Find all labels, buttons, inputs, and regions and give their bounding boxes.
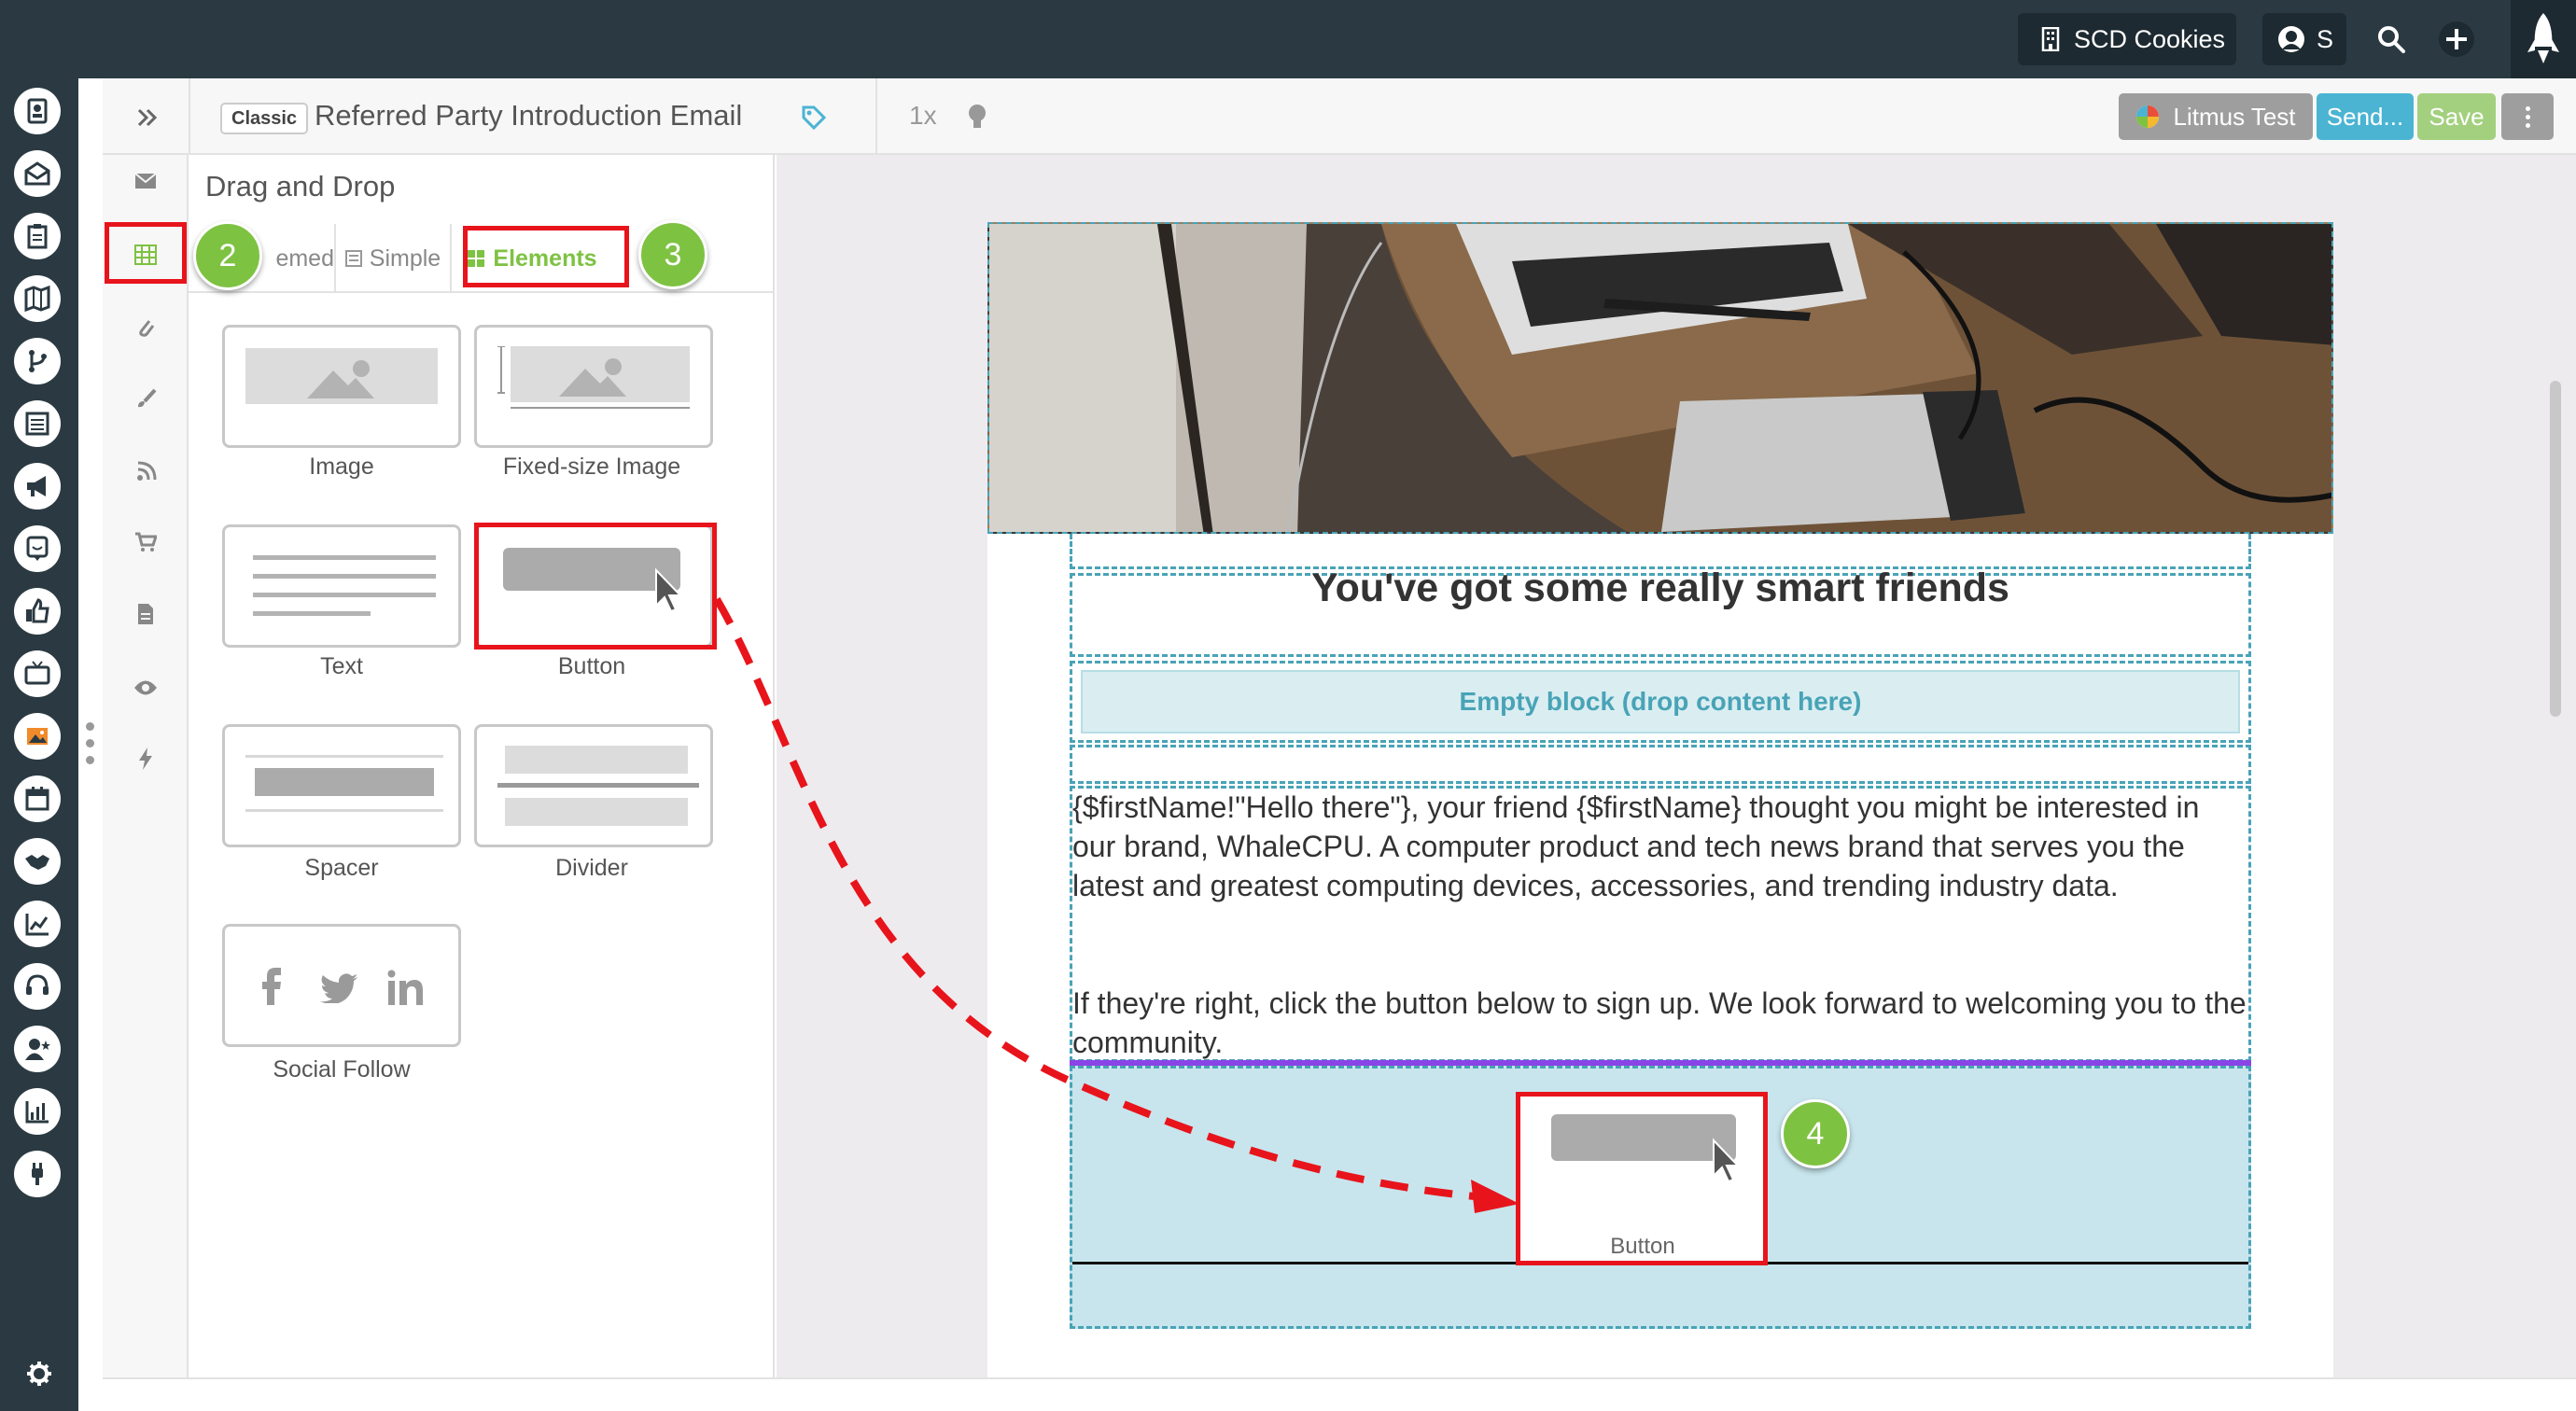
step-number: 4: [1806, 1115, 1825, 1152]
step-number: 3: [664, 236, 682, 272]
step-number: 2: [218, 237, 237, 273]
footer-bar: [103, 1377, 2576, 1411]
step-badge-4: 4: [1781, 1099, 1850, 1168]
drag-arrow: [713, 596, 1519, 1213]
step-badge-3: 3: [638, 220, 707, 289]
step-badge-2: 2: [193, 221, 262, 290]
